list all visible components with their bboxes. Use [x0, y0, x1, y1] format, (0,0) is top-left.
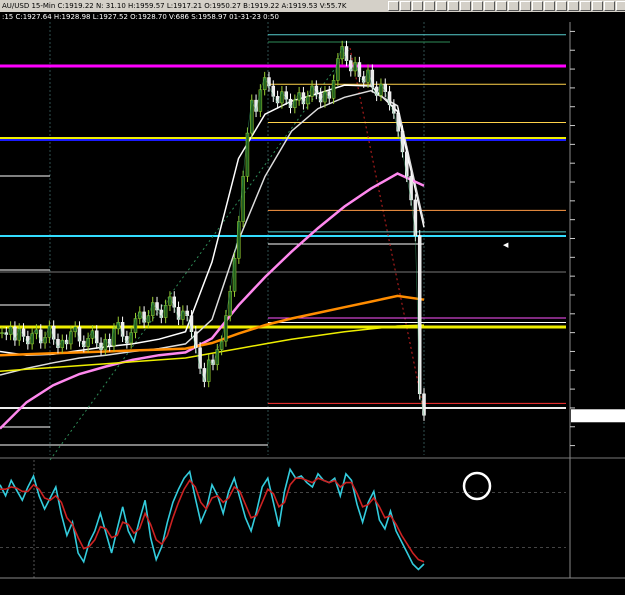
candle-body [206, 359, 211, 382]
candle-body [336, 58, 340, 81]
candle-body [30, 333, 34, 345]
candle-body [47, 325, 52, 338]
candle-body [331, 80, 336, 99]
candle-body [172, 296, 176, 308]
candle-body [318, 93, 323, 103]
candle-body [271, 85, 276, 97]
candle-body [26, 336, 30, 345]
candle-body [305, 96, 310, 105]
candle-body [245, 132, 250, 177]
candle-body [366, 69, 370, 83]
candle-body [417, 235, 422, 395]
candle-body [357, 62, 362, 77]
candle-body [168, 296, 172, 306]
candle-body [69, 331, 73, 345]
candle-body [250, 99, 254, 134]
candle-body [39, 329, 43, 344]
candle-body [232, 258, 237, 292]
candle-body [228, 290, 232, 316]
candle-body [194, 331, 198, 348]
candle-body [129, 332, 133, 344]
candle-body [396, 113, 400, 132]
quote-line: AU/USD 15-Min C:1919.22 N: 31.10 H:1959.… [2, 2, 347, 10]
candle-body [413, 199, 418, 236]
last-price-marker [571, 409, 625, 423]
candle-body [219, 340, 224, 350]
arrow-left-icon: ◀ [503, 241, 509, 249]
candle-body [77, 326, 82, 342]
candle-body [198, 347, 202, 369]
candle-body [392, 104, 396, 114]
candle-body [155, 302, 159, 311]
candle-body [237, 221, 241, 259]
candle-body [405, 151, 409, 177]
candle-body [51, 325, 56, 340]
candle-body [133, 318, 138, 333]
chart-canvas[interactable]: ◀ AU/USD 15-Min C:1919.22 N: 31.10 H:195… [0, 0, 625, 595]
candle-body [189, 315, 194, 332]
candle-body [43, 337, 47, 344]
candle-body [293, 99, 297, 108]
candle-body [241, 176, 245, 222]
quote-subline: :15 C:1927.64 H:1928.98 L:1927.52 O:1928… [2, 13, 279, 21]
candle-body [21, 328, 26, 337]
candle-body [400, 130, 405, 153]
candle-body [374, 86, 379, 96]
annotations-layer: ◀ [503, 241, 509, 249]
candle-body [138, 311, 142, 319]
candle-body [297, 92, 301, 101]
candle-body [146, 315, 151, 323]
candle-body [120, 322, 125, 337]
candle-body [409, 176, 413, 201]
candle-body [185, 310, 189, 316]
candle-body [314, 85, 319, 94]
candle-body [422, 393, 426, 416]
candle-body [163, 305, 168, 318]
candle-body [224, 315, 228, 342]
candle-body [112, 328, 116, 347]
candle-body [340, 46, 344, 59]
candle-body [344, 46, 349, 61]
candle-body [284, 91, 288, 100]
candle-body [387, 91, 392, 106]
candle-body [267, 77, 271, 87]
candle-body [370, 69, 375, 88]
candle-body [215, 349, 220, 365]
candle-body [86, 338, 90, 347]
candle-body [258, 89, 263, 112]
candle-body [125, 336, 129, 344]
candle-body [94, 330, 99, 344]
chart-window: ◀ AU/USD 15-Min C:1919.22 N: 31.10 H:195… [0, 0, 625, 595]
